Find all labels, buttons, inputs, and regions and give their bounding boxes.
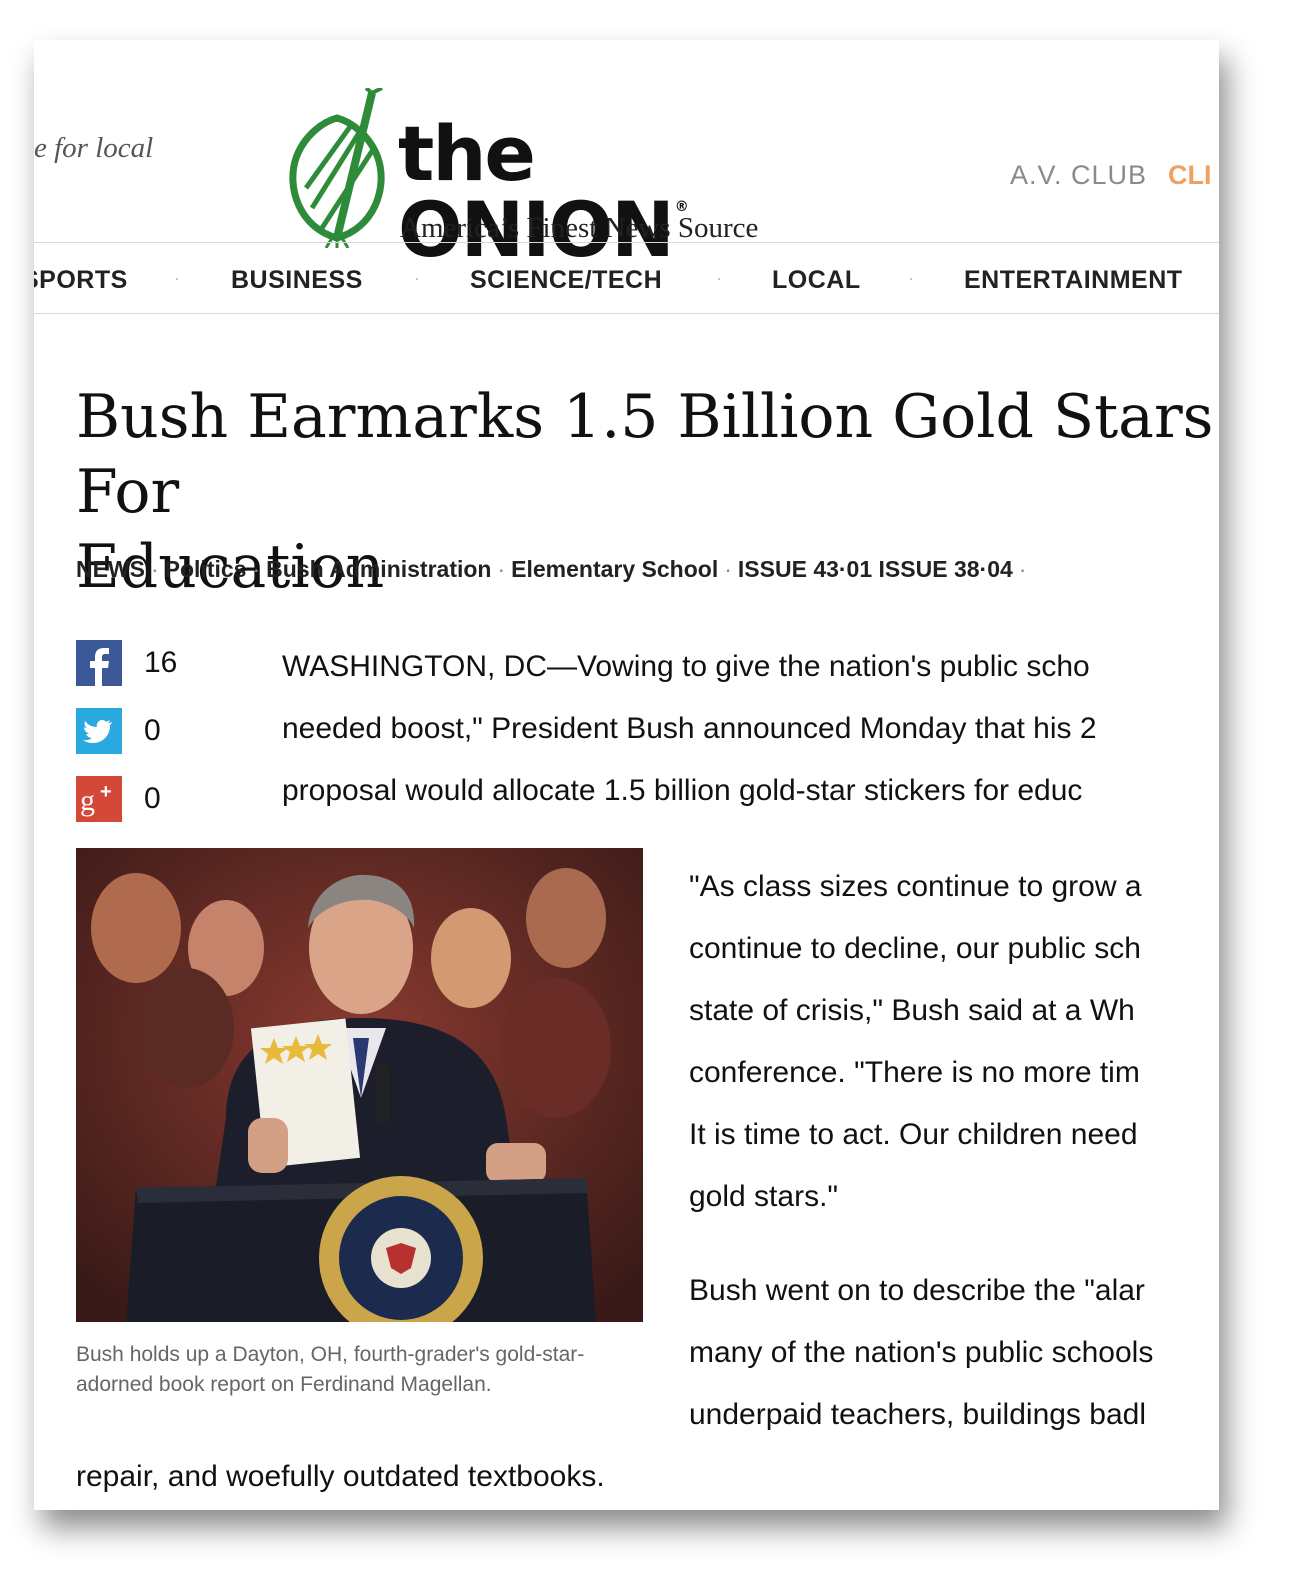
article-lede: WASHINGTON, DC—Vowing to give the nation… (282, 650, 1097, 807)
google-plus-icon[interactable]: g + (76, 776, 122, 822)
article-photo[interactable] (76, 848, 643, 1322)
nav-separator: · (174, 268, 180, 288)
google-plus-count: 0 (144, 782, 161, 815)
page: e for local the ONION ® America’s Finest … (34, 40, 1219, 1510)
nav-sports[interactable]: SPORTS (34, 266, 128, 295)
article-paragraph: Bush went on to describe the "alar many … (689, 1274, 1154, 1431)
facebook-count: 16 (144, 646, 178, 679)
svg-text:g: g (80, 784, 95, 817)
twitter-icon[interactable] (76, 708, 122, 754)
clickhole-link[interactable]: CLI (1168, 160, 1212, 191)
nav-local[interactable]: LOCAL (772, 266, 861, 295)
twitter-count: 0 (144, 714, 161, 747)
facebook-icon[interactable] (76, 640, 122, 686)
tag-politics[interactable]: Politics (165, 556, 247, 582)
nav-business[interactable]: BUSINESS (231, 266, 363, 295)
tag-news[interactable]: NEWS (76, 556, 145, 582)
tag-elementary-school[interactable]: Elementary School (511, 556, 718, 582)
nav-separator: · (414, 268, 420, 288)
article-tags: NEWS · Politics · Bush Administration · Elemen… (76, 556, 1027, 582)
local-tagline[interactable]: e for local (34, 132, 153, 165)
svg-text:+: + (100, 781, 112, 803)
tag-bush-administration[interactable]: Bush Administration (266, 556, 491, 582)
bush-podium-photo (76, 848, 643, 1322)
nav-entertainment[interactable]: ENTERTAINMENT (964, 266, 1183, 295)
photo-caption: Bush holds up a Dayton, OH, fourth-grade… (76, 1343, 585, 1396)
site-logo[interactable]: the ONION ® America’s Finest News Source (282, 88, 842, 268)
nav-separator: · (716, 268, 722, 288)
tag-issue[interactable]: ISSUE 43·01 ISSUE 38·04 (738, 556, 1013, 582)
nav-science-tech[interactable]: SCIENCE/TECH (470, 266, 662, 295)
section-nav: SPORTS · BUSINESS · SCIENCE/TECH · LOCAL… (34, 242, 1219, 314)
logo-subtitle: America’s Finest News Source (400, 212, 759, 244)
onion-logo-icon (289, 88, 385, 248)
article-paragraph: "As class sizes continue to grow a conti… (689, 870, 1142, 1213)
av-club-link[interactable]: A.V. CLUB (1010, 160, 1147, 191)
article-paragraph-continued: repair, and woefully outdated textbooks. (76, 1460, 605, 1493)
nav-separator: · (908, 268, 914, 288)
